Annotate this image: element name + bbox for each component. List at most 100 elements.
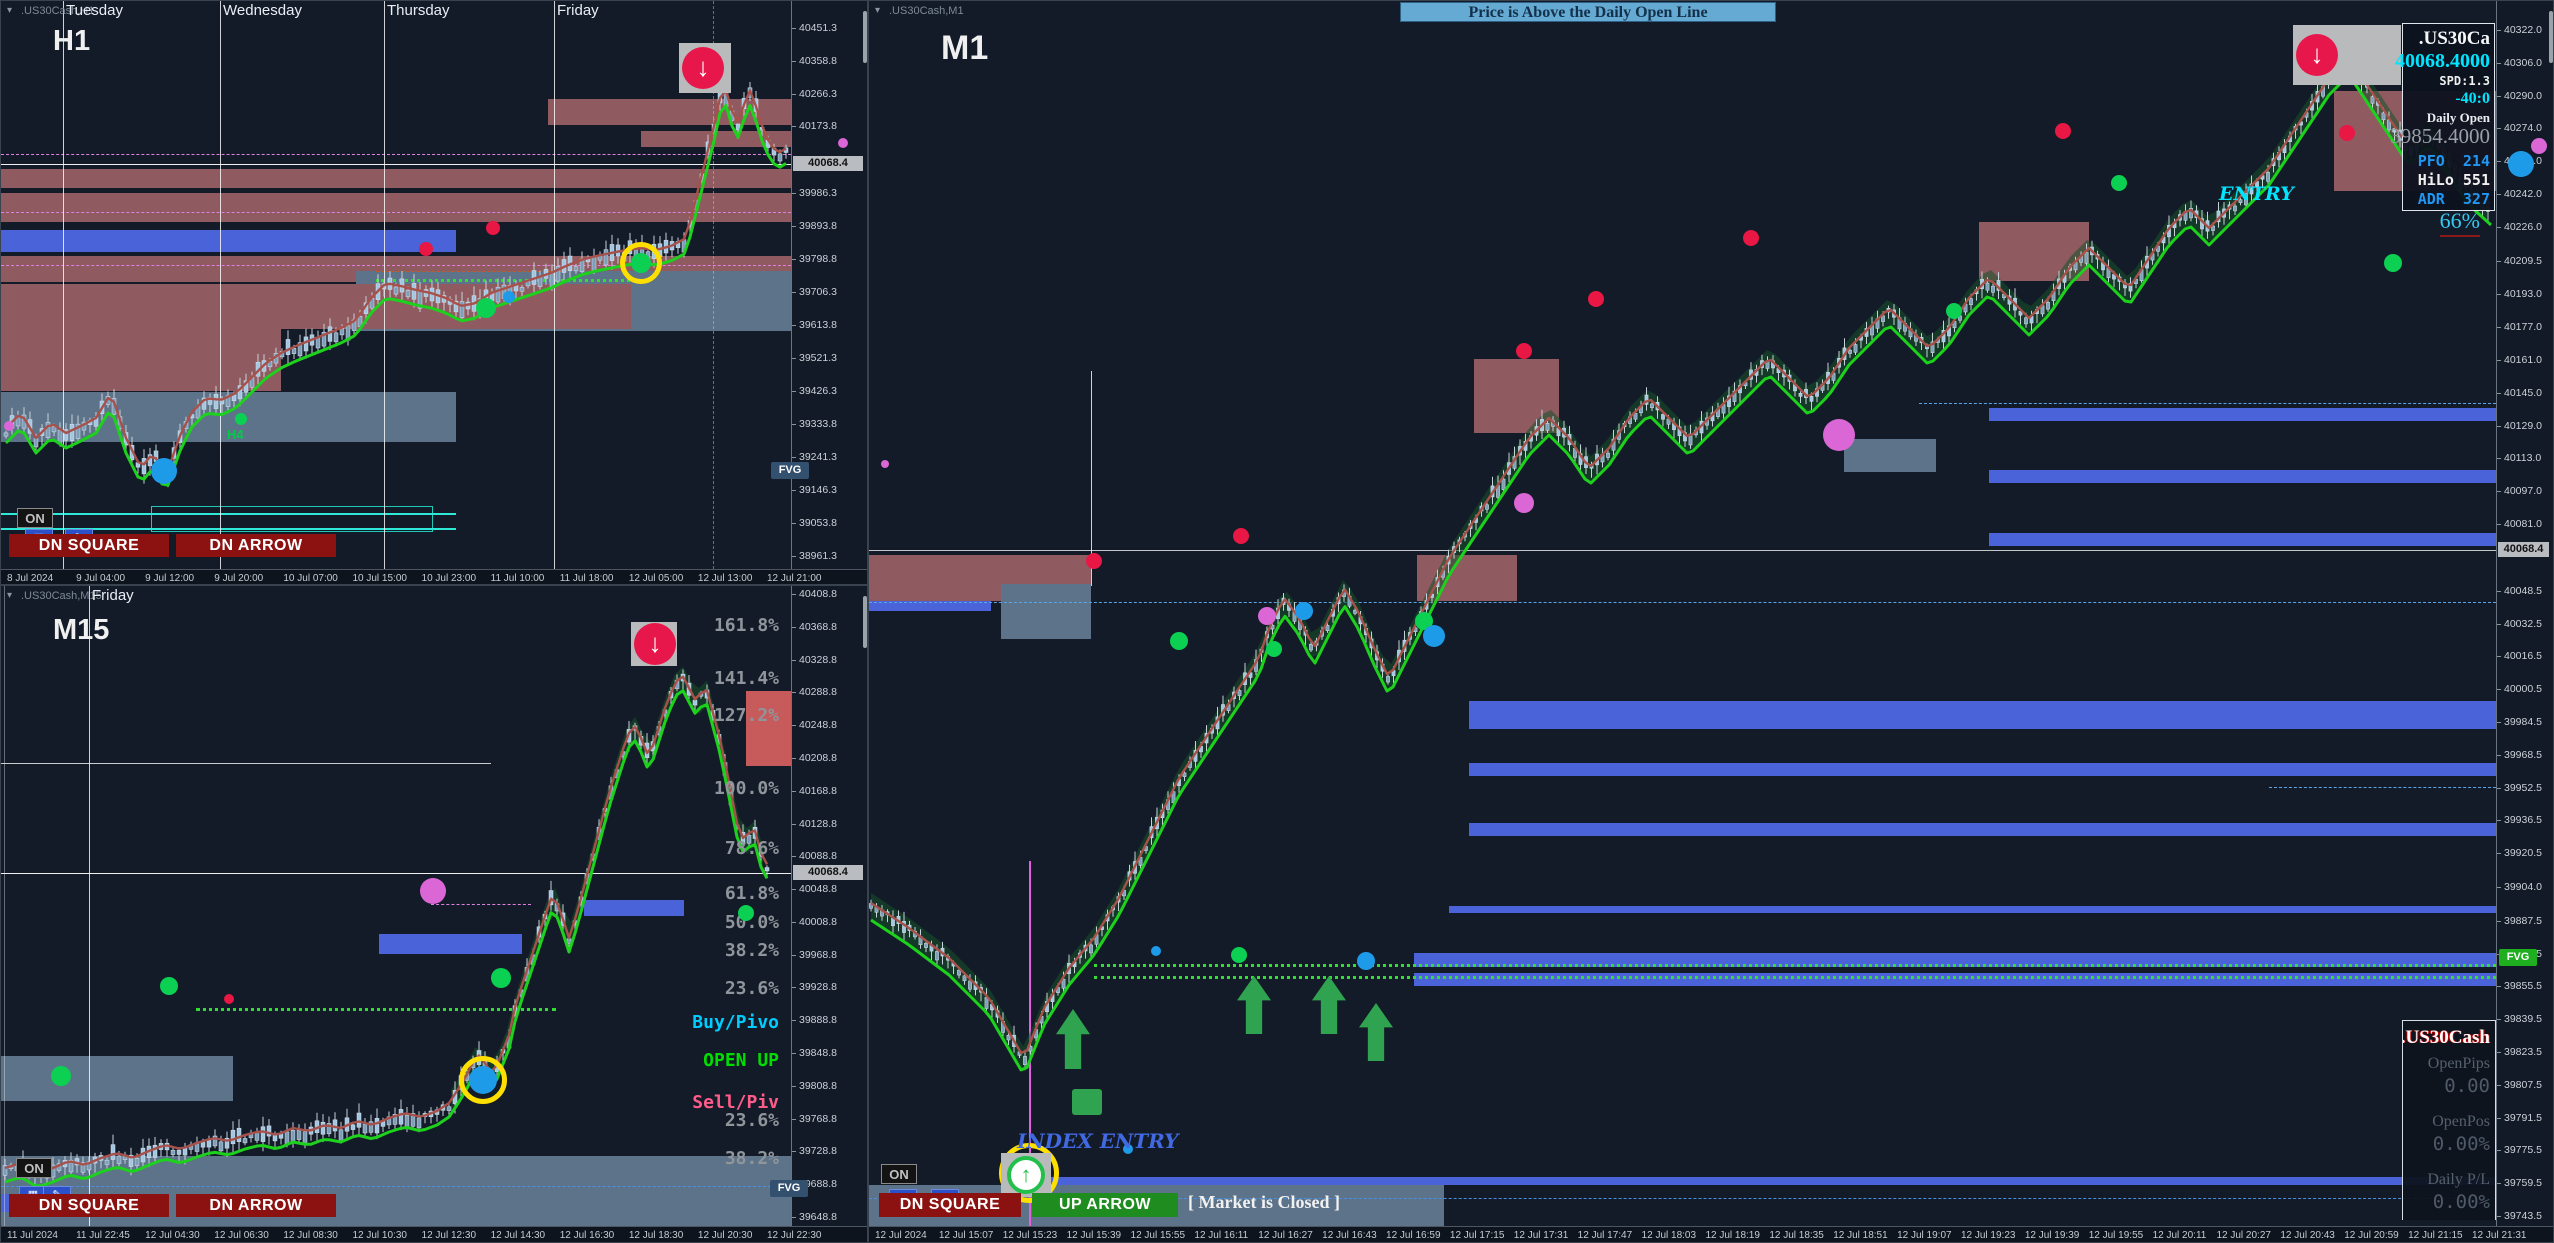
account-pl-box: .US30Cash OpenPips 0.00 OpenPos 0.00% Da… [2402,1020,2496,1220]
fib-level-label: 61.8% [725,883,779,904]
fib-level-label: 38.2% [725,940,779,961]
price-tick: 39904.0 [2504,881,2542,893]
chart-panel-m15: 40408.840368.840328.840288.840248.840208… [0,585,868,1243]
day-label: Thursday [387,2,450,19]
price-tick-mark [2497,161,2501,162]
time-tick: 12 Jul 18:51 [1833,1230,1888,1241]
price-tick-mark [2497,1183,2501,1184]
fib-level-label: 78.6% [725,838,779,859]
time-tick: 12 Jul 19:39 [2025,1230,2080,1241]
chart-annotation: ENTRY [2219,183,2294,205]
time-axis: 8 Jul 20249 Jul 04:009 Jul 12:009 Jul 20… [1,569,868,585]
red-signal-dot [2339,125,2355,141]
price-tick: 39952.5 [2504,782,2542,794]
red-signal-dot [486,221,500,235]
on-toggle-button[interactable]: ON [17,508,53,528]
price-tick-mark [2497,261,2501,262]
price-tick-mark [2497,1150,2501,1151]
price-tick-mark [792,358,796,359]
price-tick: 40248.8 [799,719,837,731]
price-tick-mark [792,391,796,392]
time-tick: 11 Jul 22:45 [76,1230,130,1241]
time-tick: 12 Jul 15:55 [1131,1230,1186,1241]
symbol-dropdown-icon[interactable]: ▾ [7,590,12,601]
fvg-button[interactable]: FVG [771,462,809,479]
time-tick: 12 Jul 21:00 [767,573,822,584]
price-tick: 39521.3 [799,352,837,364]
price-tick-mark [792,1151,796,1152]
price-tick: 40288.8 [799,686,837,698]
info-change: -40:0 [2455,90,2490,108]
price-tick: 40290.0 [2504,90,2542,102]
price-tick: 40128.8 [799,818,837,830]
price-tick: 39768.8 [799,1113,837,1125]
day-label: Friday [557,2,599,19]
up-arrow-button[interactable]: UP ARROW [1032,1193,1178,1217]
time-tick: 12 Jul 13:00 [698,573,753,584]
price-tick-mark [792,1217,796,1218]
info-symbol: .US30Ca [2419,28,2490,50]
price-tick: 39920.5 [2504,847,2542,859]
fib-level-label: 127.2% [714,705,779,726]
fvg-button[interactable]: FVG [2499,949,2537,966]
price-tick-mark [792,325,796,326]
current-price-tag: 40068.4 [793,865,863,880]
green-signal-dot [1231,947,1247,963]
buy-signal-badge: ↑ [1001,1153,1051,1197]
fib-level-label: 141.4% [714,668,779,689]
open-pips-label: OpenPips [2428,1055,2490,1073]
green-signal-dot [2384,254,2402,272]
time-tick: 12 Jul 16:27 [1258,1230,1313,1241]
time-tick: 12 Jul 08:30 [283,1230,338,1241]
price-tick: 40208.8 [799,752,837,764]
time-tick: 12 Jul 12:30 [422,1230,477,1241]
price-tick: 39893.8 [799,220,837,232]
time-tick: 12 Jul 18:30 [629,1230,684,1241]
time-tick: 12 Jul 20:43 [2280,1230,2335,1241]
scrollbar-thumb[interactable] [863,11,867,63]
price-tick-mark [2497,986,2501,987]
scrollbar-thumb[interactable] [2549,11,2553,63]
dn-square-button[interactable]: DN SQUARE [879,1193,1021,1217]
on-toggle-button[interactable]: ON [881,1164,917,1184]
dn-arrow-button[interactable]: DN ARROW [176,534,336,557]
time-tick: 12 Jul 16:30 [560,1230,615,1241]
price-tick: 40368.8 [799,621,837,633]
price-tick-mark [792,94,796,95]
daily-pl-label: Daily P/L [2427,1171,2490,1189]
on-toggle-button[interactable]: ON [16,1158,52,1178]
red-signal-dot [1743,230,1759,246]
pink-signal-dot [1258,607,1276,625]
info-daily-open-value: 39854.4000 [2390,124,2490,149]
symbol-dropdown-icon[interactable]: ▾ [7,5,12,16]
price-tick-mark [2497,360,2501,361]
symbol-dropdown-icon[interactable]: ▾ [875,5,880,16]
dn-square-button[interactable]: DN SQUARE [9,534,169,557]
current-price-tag: 40068.4 [2498,542,2549,557]
price-tick: 40408.8 [799,588,837,600]
time-tick: 12 Jul 19:23 [1961,1230,2016,1241]
green-signal-dot [738,905,754,921]
dn-arrow-button[interactable]: DN ARROW [176,1194,336,1217]
price-tick: 39791.5 [2504,1112,2542,1124]
time-tick: 12 Jul 18:19 [1705,1230,1760,1241]
down-arrow-icon: ↓ [682,47,724,89]
blue-signal-dot [503,291,515,303]
fib-level-label: 23.6% [725,978,779,999]
pink-signal-dot [838,138,848,148]
info-adr: ADR 327 [2418,190,2490,208]
up-arrow-icon: ↑ [1007,1156,1045,1194]
scrollbar-thumb[interactable] [863,596,867,648]
price-tick-mark [792,791,796,792]
time-tick: 12 Jul 18:35 [1769,1230,1824,1241]
price-tick-mark [2497,656,2501,657]
fvg-button[interactable]: FVG [770,1180,808,1197]
price-tick-mark [792,987,796,988]
dn-square-button[interactable]: DN SQUARE [9,1194,169,1217]
price-tick-mark [2497,393,2501,394]
sell-signal-badge: ↓ [679,43,731,93]
time-tick: 11 Jul 2024 [7,1230,58,1241]
trading-workspace: 40451.340358.840266.340173.839986.339893… [0,0,2554,1243]
price-tick: 39728.8 [799,1145,837,1157]
time-tick: 8 Jul 2024 [7,573,53,584]
